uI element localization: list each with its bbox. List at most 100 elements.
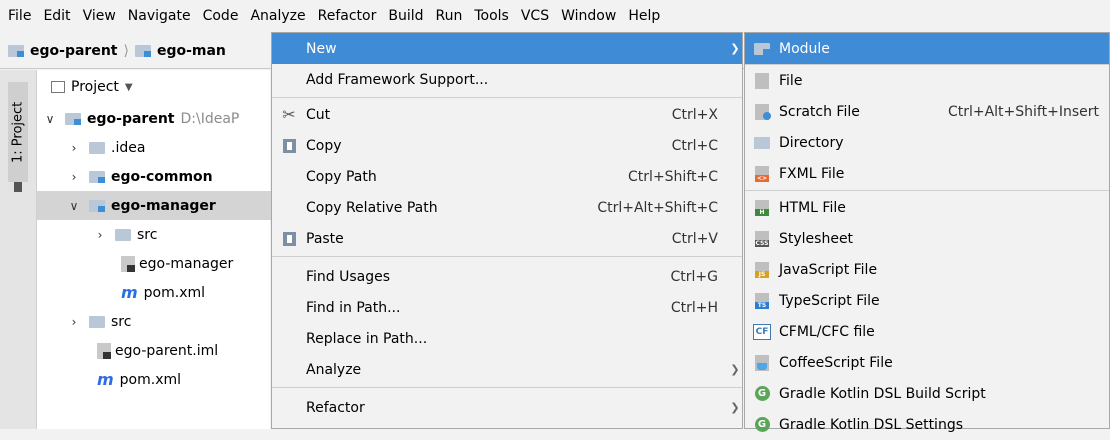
- project-panel: Project ▼ ∨ ego-parent D:\IdeaP › .idea …: [37, 70, 300, 429]
- module-folder-icon: [65, 112, 81, 125]
- breadcrumb-label: ego-man: [156, 42, 226, 59]
- collapse-arrow-icon[interactable]: ›: [93, 228, 107, 242]
- menu-item-label: Module: [779, 40, 830, 57]
- expand-arrow-icon[interactable]: ∨: [67, 199, 81, 213]
- tree-item-label: ego-parent: [87, 110, 175, 127]
- tree-item-label: src: [111, 313, 132, 330]
- menu-tools[interactable]: Tools: [468, 0, 515, 33]
- menu-code[interactable]: Code: [197, 0, 245, 33]
- menu-item-shortcut: Ctrl+Alt+Shift+C: [597, 199, 718, 216]
- project-panel-header[interactable]: Project ▼: [37, 70, 270, 104]
- context-menu-item-copy-relative-path[interactable]: Copy Relative Path Ctrl+Alt+Shift+C: [272, 192, 742, 223]
- tree-item-idea[interactable]: › .idea: [37, 133, 300, 162]
- new-submenu: Module File Scratch File Ctrl+Alt+Shift+…: [744, 32, 1110, 433]
- new-menu-item-coffeescript-file[interactable]: CoffeeScript File: [745, 347, 1109, 378]
- new-menu-item-fxml-file[interactable]: <> FXML File: [745, 158, 1109, 189]
- context-menu-item-find-usages[interactable]: Find Usages Ctrl+G: [272, 261, 742, 292]
- submenu-arrow-icon: ❯: [730, 42, 740, 55]
- scissors-icon: ✂: [282, 105, 296, 124]
- collapse-arrow-icon[interactable]: ›: [67, 315, 81, 329]
- css-file-icon: CSS: [745, 230, 779, 247]
- menu-edit[interactable]: Edit: [37, 0, 76, 33]
- context-menu-item-replace-in-path[interactable]: Replace in Path...: [272, 323, 742, 354]
- context-menu-item-new[interactable]: New ❯: [272, 33, 742, 64]
- context-menu-item-copy[interactable]: Copy Ctrl+C: [272, 130, 742, 161]
- new-menu-item-html-file[interactable]: H HTML File: [745, 192, 1109, 223]
- menu-item-label: Paste: [306, 230, 344, 247]
- tree-item-ego-manager[interactable]: ∨ ego-manager: [37, 191, 300, 220]
- tree-item-ego-parent[interactable]: ∨ ego-parent D:\IdeaP: [37, 104, 276, 133]
- new-menu-item-javascript-file[interactable]: JS JavaScript File: [745, 254, 1109, 285]
- tree-item-label: pom.xml: [119, 371, 182, 388]
- menu-item-label: Copy Relative Path: [306, 199, 438, 216]
- breadcrumb-item-ego-manager[interactable]: ego-man: [134, 42, 226, 59]
- main-menubar: File Edit View Navigate Code Analyze Ref…: [0, 0, 1110, 33]
- context-menu-item-refactor[interactable]: Refactor ❯: [272, 392, 742, 423]
- gradle-icon: G: [745, 386, 779, 401]
- menu-item-label: Gradle Kotlin DSL Settings: [779, 416, 964, 433]
- context-menu-item-copy-path[interactable]: Copy Path Ctrl+Shift+C: [272, 161, 742, 192]
- new-menu-item-typescript-file[interactable]: TS TypeScript File: [745, 285, 1109, 316]
- folder-icon: [89, 141, 105, 154]
- menu-item-label: CFML/CFC file: [779, 323, 875, 340]
- menu-window[interactable]: Window: [555, 0, 622, 33]
- menu-analyze[interactable]: Analyze: [244, 0, 311, 33]
- tree-item-path: D:\IdeaP: [180, 110, 240, 127]
- module-folder-icon: [134, 44, 151, 57]
- menu-build[interactable]: Build: [382, 0, 429, 33]
- menu-run[interactable]: Run: [430, 0, 469, 33]
- module-icon: [745, 42, 779, 55]
- coffeescript-file-icon: [745, 354, 779, 371]
- menu-refactor[interactable]: Refactor: [312, 0, 383, 33]
- new-menu-item-gradle-kotlin-dsl-build-script[interactable]: G Gradle Kotlin DSL Build Script: [745, 378, 1109, 409]
- menu-navigate[interactable]: Navigate: [122, 0, 197, 33]
- menu-item-label: CoffeeScript File: [779, 354, 893, 371]
- collapse-arrow-icon[interactable]: ›: [67, 141, 81, 155]
- file-icon: [745, 72, 779, 89]
- collapse-arrow-icon[interactable]: ›: [67, 170, 81, 184]
- new-menu-item-directory[interactable]: Directory: [745, 127, 1109, 158]
- tree-item-label: ego-common: [111, 168, 213, 185]
- menu-item-label: Copy Path: [306, 168, 377, 185]
- menu-item-label: Directory: [779, 134, 844, 151]
- menu-item-label: Find in Path...: [306, 299, 401, 316]
- maven-icon: m: [121, 283, 138, 302]
- tool-window-strip: 1: Project: [0, 70, 37, 429]
- breadcrumb-item-ego-parent[interactable]: ego-parent ⟩: [8, 43, 135, 59]
- menu-item-shortcut: Ctrl+V: [671, 230, 718, 247]
- menu-item-label: File: [779, 72, 803, 89]
- menu-item-shortcut: Ctrl+C: [671, 137, 718, 154]
- expand-arrow-icon[interactable]: ∨: [43, 112, 57, 126]
- breadcrumb-separator-icon: ⟩: [123, 42, 129, 59]
- menu-item-label: Stylesheet: [779, 230, 854, 247]
- context-menu-item-find-in-path[interactable]: Find in Path... Ctrl+H: [272, 292, 742, 323]
- context-menu-item-cut[interactable]: ✂ Cut Ctrl+X: [272, 99, 742, 130]
- new-menu-item-file[interactable]: File: [745, 65, 1109, 96]
- new-menu-item-cfml-cfc-file[interactable]: CF CFML/CFC file: [745, 316, 1109, 347]
- context-menu-item-analyze[interactable]: Analyze ❯: [272, 354, 742, 385]
- project-tool-tab[interactable]: 1: Project: [8, 82, 28, 182]
- new-menu-item-scratch-file[interactable]: Scratch File Ctrl+Alt+Shift+Insert: [745, 96, 1109, 127]
- menu-view[interactable]: View: [77, 0, 122, 33]
- menu-item-label: Find Usages: [306, 268, 391, 285]
- menu-item-label: New: [306, 40, 337, 57]
- tree-item-src[interactable]: › src: [37, 307, 300, 336]
- module-folder-icon: [8, 44, 24, 57]
- new-menu-item-module[interactable]: Module: [745, 33, 1109, 64]
- project-tab-icon: [14, 182, 22, 192]
- menu-vcs[interactable]: VCS: [515, 0, 555, 33]
- new-menu-item-stylesheet[interactable]: CSS Stylesheet: [745, 223, 1109, 254]
- html-file-icon: H: [745, 199, 779, 216]
- menu-item-label: Analyze: [306, 361, 362, 378]
- menu-help[interactable]: Help: [622, 0, 666, 33]
- menu-file[interactable]: File: [2, 0, 37, 33]
- menu-item-label: FXML File: [779, 165, 845, 182]
- menu-item-shortcut: Ctrl+Alt+Shift+Insert: [947, 103, 1099, 120]
- context-menu-item-add-framework-support[interactable]: Add Framework Support...: [272, 64, 742, 95]
- new-menu-item-gradle-kotlin-dsl-settings[interactable]: G Gradle Kotlin DSL Settings: [745, 409, 1109, 440]
- context-menu-item-paste[interactable]: Paste Ctrl+V: [272, 223, 742, 254]
- tree-item-label: ego-manager: [139, 255, 234, 272]
- module-folder-icon: [89, 199, 105, 212]
- tree-item-ego-common[interactable]: › ego-common: [37, 162, 300, 191]
- gradle-icon: G: [745, 417, 779, 432]
